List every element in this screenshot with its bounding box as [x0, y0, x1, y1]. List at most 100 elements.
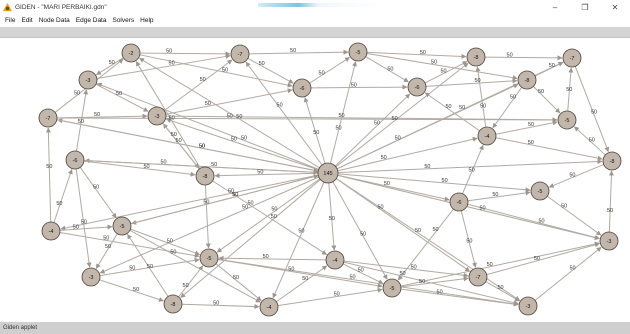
node-n8[interactable]: -6	[407, 77, 427, 97]
node-n25[interactable]: -4	[325, 250, 345, 270]
node-n29[interactable]: -7	[468, 267, 488, 287]
edge[interactable]	[334, 93, 411, 168]
edge[interactable]	[96, 82, 320, 171]
node-n30[interactable]: -3	[518, 296, 538, 316]
node-n19[interactable]: -5	[530, 181, 550, 201]
edge[interactable]	[467, 190, 531, 202]
edge[interactable]	[608, 170, 614, 233]
node-n6[interactable]: -3	[78, 70, 98, 90]
edge[interactable]	[335, 83, 519, 170]
node-n17[interactable]: -8	[602, 151, 622, 171]
edge[interactable]	[495, 137, 603, 161]
edge[interactable]	[245, 61, 324, 167]
edge[interactable]	[546, 195, 602, 236]
menu-file[interactable]: File	[5, 17, 15, 24]
node-n5[interactable]: -7	[562, 48, 582, 68]
node-n7[interactable]: -6	[292, 78, 312, 98]
edge[interactable]	[75, 168, 92, 268]
node-n13[interactable]: -5	[557, 110, 577, 130]
edge-weight-label: 50	[528, 140, 534, 146]
edge[interactable]	[272, 181, 325, 299]
edge[interactable]	[475, 66, 487, 128]
edge[interactable]	[486, 242, 600, 276]
edge[interactable]	[60, 174, 320, 231]
edge[interactable]	[99, 279, 164, 302]
edge[interactable]	[335, 177, 471, 272]
edge-weight-label: 50	[338, 113, 344, 119]
node-n1[interactable]: -2	[121, 43, 141, 63]
edge[interactable]	[95, 83, 149, 112]
edge[interactable]	[336, 136, 478, 172]
edge[interactable]	[79, 167, 117, 219]
network-graph[interactable]: 50 50 50 50 50 50 50 50 50 50 50 50 50 50 50 50 50 50 50 50…	[0, 38, 630, 322]
node-n11[interactable]: -3	[147, 106, 167, 126]
edge[interactable]	[467, 203, 600, 240]
maximize-button[interactable]: ❐	[570, 0, 600, 14]
menu-solvers[interactable]: Solvers	[112, 17, 134, 24]
edge[interactable]	[96, 53, 231, 79]
edge[interactable]	[59, 232, 200, 259]
edge[interactable]	[548, 164, 604, 188]
node-n27[interactable]: -4	[259, 297, 279, 317]
edge[interactable]	[495, 120, 558, 135]
node-n2[interactable]: -7	[230, 44, 250, 64]
node-n28[interactable]: -5	[382, 278, 402, 298]
edge[interactable]	[204, 184, 211, 249]
edge[interactable]	[397, 208, 454, 281]
menu-help[interactable]: Help	[140, 17, 153, 24]
node-n16[interactable]: 145	[317, 162, 339, 184]
node-n18[interactable]: -6	[449, 192, 469, 212]
node-n15[interactable]: -8	[195, 166, 215, 186]
edge-weight-label: 50	[510, 95, 516, 101]
edge[interactable]	[218, 255, 327, 261]
title-bar-highlight	[258, 3, 378, 7]
node-n4[interactable]: -8	[466, 47, 486, 67]
edge-weight-label: 50	[381, 155, 387, 161]
node-n10[interactable]: -7	[38, 108, 58, 128]
node-n22[interactable]: -3	[599, 231, 619, 251]
minimize-button[interactable]: –	[540, 0, 570, 14]
edge[interactable]	[334, 62, 469, 168]
node-n23[interactable]: -3	[81, 267, 101, 287]
node-n12[interactable]: -4	[477, 126, 497, 146]
node-n9[interactable]: -8	[517, 70, 537, 90]
edge[interactable]	[343, 261, 519, 306]
edge[interactable]	[165, 88, 293, 115]
edge[interactable]	[277, 287, 383, 307]
edge[interactable]	[484, 55, 563, 61]
edge[interactable]	[247, 57, 294, 84]
node-n24[interactable]: -5	[199, 248, 219, 268]
edge[interactable]	[166, 118, 320, 171]
node-n3[interactable]: -5	[348, 42, 368, 62]
edge[interactable]	[309, 56, 351, 84]
edge[interactable]	[215, 263, 262, 302]
close-button[interactable]: ✕	[600, 0, 630, 14]
graph-canvas[interactable]: 50 50 50 50 50 50 50 50 50 50 50 50 50 50 50 50 50 50 50 50…	[0, 38, 630, 322]
edge[interactable]	[53, 168, 73, 223]
node-n14[interactable]: -6	[65, 150, 85, 170]
edge[interactable]	[214, 172, 320, 179]
edge-weight-label: 50	[497, 285, 503, 291]
edge[interactable]	[248, 49, 349, 55]
node-label: -7	[238, 52, 243, 58]
edge[interactable]	[276, 265, 328, 303]
edge[interactable]	[424, 92, 480, 132]
edge[interactable]	[310, 84, 408, 90]
menu-edit[interactable]: Edit	[21, 17, 32, 24]
edge-weight-label: 50	[81, 219, 87, 225]
menu-edge-data[interactable]: Edge Data	[76, 17, 107, 24]
edge-weight-label: 50	[302, 276, 308, 282]
edge-weight-label: 50	[607, 208, 613, 214]
edge[interactable]	[139, 51, 231, 57]
node-label: -7	[46, 116, 51, 122]
edge[interactable]	[162, 122, 200, 169]
node-n26[interactable]: -8	[163, 294, 183, 314]
edge[interactable]	[181, 303, 260, 310]
menu-node-data[interactable]: Node Data	[39, 17, 70, 24]
edge[interactable]	[45, 127, 52, 223]
edge[interactable]	[56, 119, 319, 173]
node-n21[interactable]: -5	[112, 216, 132, 236]
edge[interactable]	[180, 178, 322, 298]
node-n20[interactable]: -4	[41, 221, 61, 241]
edge[interactable]	[400, 276, 469, 288]
